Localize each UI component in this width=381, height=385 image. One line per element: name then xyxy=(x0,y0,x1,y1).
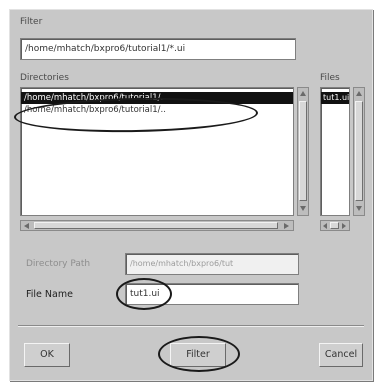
scroll-up-arrow-icon[interactable] xyxy=(356,91,362,96)
directory-path-label: Directory Path xyxy=(26,259,91,269)
filter-input[interactable]: /home/mhatch/bxpro6/tutorial1/*.ui xyxy=(20,38,296,60)
scroll-right-arrow-icon[interactable] xyxy=(342,223,346,229)
directories-vertical-scrollbar[interactable] xyxy=(297,87,309,216)
directories-label: Directories xyxy=(20,73,69,83)
scroll-left-arrow-icon[interactable] xyxy=(323,223,327,229)
filter-label: Filter xyxy=(20,17,43,27)
scroll-down-arrow-icon[interactable] xyxy=(356,206,362,211)
directory-path-field: /home/mhatch/bxpro6/tut xyxy=(125,253,299,275)
directories-vscroll-thumb[interactable] xyxy=(299,101,307,201)
ok-button[interactable]: OK xyxy=(24,343,70,367)
files-label: Files xyxy=(320,73,340,83)
annotation-ellipse-file-name xyxy=(116,278,172,310)
scroll-up-arrow-icon[interactable] xyxy=(300,91,306,96)
button-separator xyxy=(18,325,364,327)
files-hscroll-thumb[interactable] xyxy=(330,222,339,229)
files-horizontal-scrollbar[interactable] xyxy=(320,220,350,231)
files-list[interactable]: tut1.ui xyxy=(320,87,350,216)
scroll-left-arrow-icon[interactable] xyxy=(24,223,29,229)
directories-horizontal-scrollbar[interactable] xyxy=(20,220,294,231)
scroll-down-arrow-icon[interactable] xyxy=(300,206,306,211)
directories-hscroll-thumb[interactable] xyxy=(34,222,278,229)
cancel-button[interactable]: Cancel xyxy=(319,343,363,367)
files-vertical-scrollbar[interactable] xyxy=(353,87,365,216)
files-vscroll-thumb[interactable] xyxy=(355,101,363,201)
scroll-right-arrow-icon[interactable] xyxy=(284,223,289,229)
annotation-ellipse-filter-button xyxy=(158,336,240,372)
file-item[interactable]: tut1.ui xyxy=(321,92,349,104)
file-selection-dialog: Filter /home/mhatch/bxpro6/tutorial1/*.u… xyxy=(9,9,373,381)
file-name-label: File Name xyxy=(26,289,73,300)
